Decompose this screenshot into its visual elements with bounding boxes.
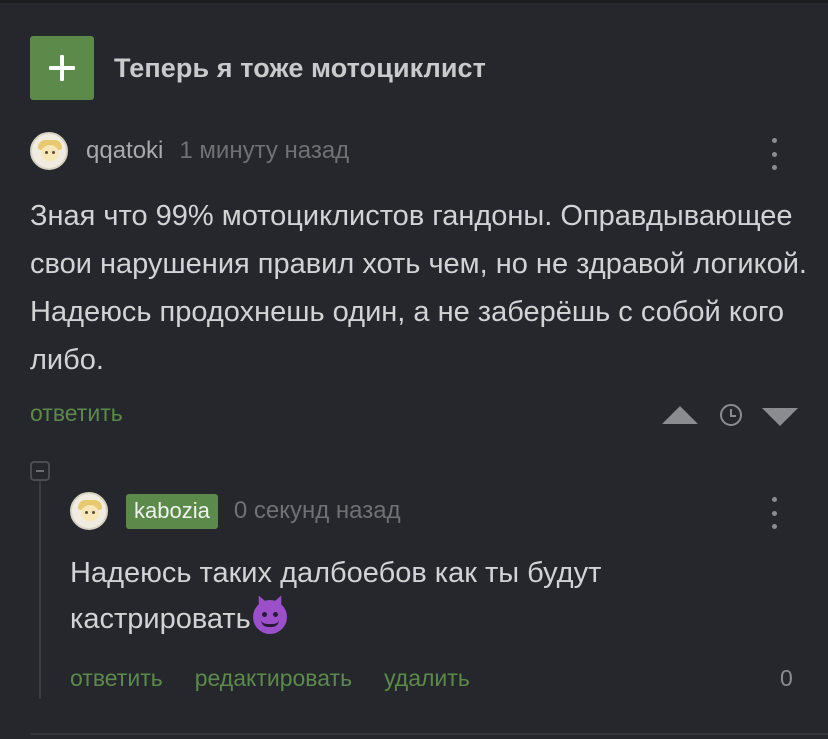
plus-icon[interactable] [30,36,94,100]
reply-header: kabozia 0 секунд назад [70,492,401,530]
edit-link[interactable]: редактировать [195,665,352,692]
comment-text: Зная что 99% мотоциклистов гандоны. Опра… [30,200,807,376]
reply-timestamp: 0 секунд назад [233,497,401,524]
more-icon[interactable] [771,138,777,170]
bottom-divider [30,733,828,735]
avatar[interactable] [70,492,108,530]
collapse-thread-button[interactable] [30,461,50,481]
comment-author[interactable]: qqatoki [86,137,163,165]
reply-text: Надеюсь таких далбоебов как ты будут кас… [70,557,602,635]
reply-score: 0 [780,665,793,691]
reply-actions: ответить редактировать удалить [70,665,502,692]
comment-header: qqatoki 1 минуту назад [30,132,349,170]
downvote-icon[interactable] [762,408,798,426]
comment-timestamp: 1 минуту назад [179,137,350,164]
upvote-icon[interactable] [662,406,698,424]
clock-icon[interactable] [720,404,742,426]
more-icon[interactable] [771,497,777,529]
comment-actions: ответить [30,400,800,432]
delete-link[interactable]: удалить [384,665,470,692]
reply-author-badge[interactable]: kabozia [126,493,218,529]
reply-link[interactable]: ответить [70,665,163,692]
reply-link[interactable]: ответить [30,400,123,426]
thread-line[interactable] [39,481,41,699]
top-divider [0,0,828,3]
avatar[interactable] [30,132,68,170]
reply-text-block: Надеюсь таких далбоебов как ты будут кас… [70,550,790,642]
smiling-devil-emoji [252,600,287,634]
post-header: Теперь я тоже мотоциклист [30,36,486,100]
post-title[interactable]: Теперь я тоже мотоциклист [114,53,486,84]
